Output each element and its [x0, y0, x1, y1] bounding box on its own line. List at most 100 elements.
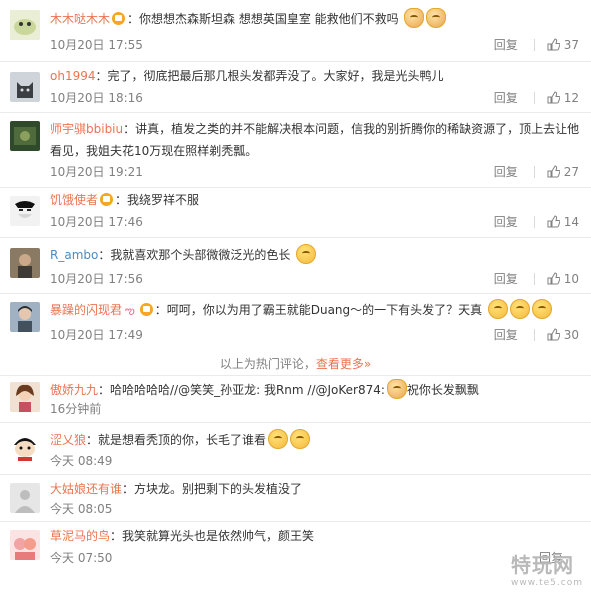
- avatar[interactable]: [10, 196, 40, 226]
- comment-item: 傲娇九九：哈哈哈哈哈//@笑笑_孙亚龙: 我Rnm //@JoKer874: 祝你…: [0, 376, 591, 423]
- comment-username[interactable]: 草泥马的鸟: [50, 529, 110, 543]
- reply-button[interactable]: 回复: [494, 213, 518, 230]
- comment-username[interactable]: 木木哒木木: [50, 12, 110, 26]
- action-separator: [533, 272, 535, 285]
- site-watermark: 特玩网 www.te5.com: [511, 549, 583, 588]
- avatar[interactable]: [10, 382, 40, 412]
- comment-item: 大姑娘还有谁：方块龙。别把剩下的头发植没了 今天 08:05: [0, 475, 591, 522]
- comment-item: 涩乂狼：就是想看秃顶的你，长毛了谁看 今天 08:49: [0, 423, 591, 475]
- hot-comments-divider: 以上为热门评论，查看更多»: [0, 351, 591, 376]
- comment-item: 师宇骐bbibiu：讲真，植发之类的并不能解决根本问题，信我的别折腾你的稀缺资源…: [0, 113, 591, 188]
- cat-emoji-icon: [426, 8, 447, 28]
- thumbs-up-icon[interactable]: [547, 328, 560, 341]
- comment-time: 10月20日 17:56: [50, 272, 143, 286]
- comment-text: ：完了，彻底把最后那几根头发都弄没了。大家好，我是光头鸭儿: [95, 69, 444, 83]
- thumbs-up-icon[interactable]: [547, 165, 560, 178]
- smile-emoji-icon: [531, 299, 552, 319]
- watermark-url: www.te5.com: [511, 578, 583, 588]
- comment-username[interactable]: 师宇骐bbibiu: [50, 122, 123, 136]
- action-separator: [533, 91, 535, 104]
- comment-body: 傲娇九九：哈哈哈哈哈//@笑笑_孙亚龙: 我Rnm //@JoKer874: 祝你…: [50, 379, 581, 401]
- like-count: 12: [563, 90, 579, 105]
- like-count: 30: [563, 327, 579, 342]
- comment-username[interactable]: 涩乂狼: [50, 433, 86, 447]
- comment-username[interactable]: 傲娇九九: [50, 383, 98, 397]
- comment-actions: 回复 27: [494, 163, 579, 180]
- reply-button[interactable]: 回复: [494, 270, 518, 287]
- comment-time: 10月20日 17:49: [50, 328, 143, 342]
- cat-emoji-icon: [404, 8, 425, 28]
- comment-item: oh1994：完了，彻底把最后那几根头发都弄没了。大家好，我是光头鸭儿 10月2…: [0, 62, 591, 113]
- comment-item: 饥饿使者 ：我绕罗祥不服 10月20日 17:46 回复 14: [0, 188, 591, 238]
- like-count: 10: [563, 271, 579, 286]
- thumbs-up-icon[interactable]: [547, 215, 560, 228]
- reply-button[interactable]: 回复: [494, 89, 518, 106]
- member-badge-icon: [112, 12, 126, 25]
- avatar[interactable]: [10, 72, 40, 102]
- smirk-emoji-icon: [268, 429, 289, 449]
- comment-username[interactable]: 饥饿使者: [50, 193, 98, 207]
- comment-username[interactable]: R_ambo: [50, 248, 98, 262]
- thumbs-up-icon[interactable]: [547, 38, 560, 51]
- avatar[interactable]: [10, 121, 40, 151]
- action-separator: [533, 38, 535, 51]
- view-more-link[interactable]: 查看更多»: [316, 357, 371, 371]
- comment-item: 木木哒木木 ：你想想杰森斯坦森 想想英国皇室 能救他们不救吗 10月20日 17:…: [0, 0, 591, 62]
- hot-divider-text: 以上为热门评论，: [219, 357, 316, 371]
- smile-emoji-icon: [509, 299, 530, 319]
- comment-time: 今天 07:50: [50, 551, 113, 565]
- comment-list: 木木哒木木 ：你想想杰森斯坦森 想想英国皇室 能救他们不救吗 10月20日 17:…: [0, 0, 591, 576]
- comment-time: 10月20日 17:46: [50, 215, 143, 229]
- comment-body: oh1994：完了，彻底把最后那几根头发都弄没了。大家好，我是光头鸭儿: [50, 66, 581, 87]
- reply-button[interactable]: 回复: [494, 163, 518, 180]
- comment-text: ：方块龙。别把剩下的头发植没了: [122, 482, 303, 496]
- comment-actions: 回复 14: [494, 213, 579, 230]
- comment-body: 师宇骐bbibiu：讲真，植发之类的并不能解决根本问题，信我的别折腾你的稀缺资源…: [50, 118, 581, 162]
- comment-text: ：呵呵，你以为用了霸王就能Duang～的一下有头发了？天真: [154, 303, 483, 317]
- comment-body: 暴躁的闪现君 ఌ ：呵呵，你以为用了霸王就能Duang～的一下有头发了？天真: [50, 299, 581, 321]
- thumbs-up-icon[interactable]: [547, 91, 560, 104]
- avatar[interactable]: [10, 248, 40, 278]
- reply-button[interactable]: 回复: [494, 36, 518, 53]
- cat-emoji-icon: [386, 379, 407, 399]
- comment-body: 饥饿使者 ：我绕罗祥不服: [50, 190, 581, 211]
- comment-time: 16分钟前: [50, 402, 102, 416]
- comment-text: ：我就喜欢那个头部微微泛光的色长: [98, 248, 291, 262]
- comment-body: 涩乂狼：就是想看秃顶的你，长毛了谁看: [50, 429, 581, 451]
- comment-item: 暴躁的闪现君 ఌ ：呵呵，你以为用了霸王就能Duang～的一下有头发了？天真 10月…: [0, 294, 591, 351]
- comment-actions: 回复 37: [494, 36, 579, 53]
- comment-text: ：你想想杰森斯坦森 想想英国皇室 能救他们不救吗: [127, 12, 399, 26]
- comment-actions: 回复 30: [494, 326, 579, 343]
- comment-time: 10月20日 17:55: [50, 38, 143, 52]
- comment-text: ：我笑就算光头也是依然帅气，颜王笑: [110, 529, 315, 543]
- avatar[interactable]: [10, 530, 40, 560]
- like-count: 27: [563, 164, 579, 179]
- avatar[interactable]: [10, 431, 40, 461]
- member-badge-icon: [100, 193, 114, 206]
- action-separator: [533, 215, 535, 228]
- comment-body: 木木哒木木 ：你想想杰森斯坦森 想想英国皇室 能救他们不救吗: [50, 8, 581, 30]
- comment-text: ：我绕罗祥不服: [115, 193, 200, 207]
- comment-username[interactable]: 大姑娘还有谁: [50, 482, 122, 496]
- smirk-emoji-icon: [290, 429, 311, 449]
- avatar[interactable]: [10, 483, 40, 513]
- like-count: 14: [563, 214, 579, 229]
- comment-time: 今天 08:49: [50, 454, 113, 468]
- reply-button[interactable]: 回复: [494, 326, 518, 343]
- comment-text: ：讲真，植发之类的并不能解决根本问题，信我的别折腾你的稀缺资源了，顶上去让他看见…: [50, 122, 580, 158]
- comment-time: 10月20日 18:16: [50, 91, 143, 105]
- comment-username[interactable]: oh1994: [50, 69, 96, 83]
- comment-body: R_ambo：我就喜欢那个头部微微泛光的色长: [50, 244, 581, 266]
- avatar[interactable]: [10, 302, 40, 332]
- avatar[interactable]: [10, 10, 40, 40]
- comment-time: 今天 08:05: [50, 502, 113, 516]
- comment-body: 大姑娘还有谁：方块龙。别把剩下的头发植没了: [50, 479, 581, 500]
- comment-text-continued: 祝你长发飘飘: [406, 383, 479, 397]
- action-separator: [533, 165, 535, 178]
- comment-time: 10月20日 19:21: [50, 165, 143, 179]
- like-count: 37: [563, 37, 579, 52]
- member-badge-icon: [139, 303, 153, 316]
- comment-item: R_ambo：我就喜欢那个头部微微泛光的色长 10月20日 17:56 回复 1…: [0, 238, 591, 294]
- thumbs-up-icon[interactable]: [547, 272, 560, 285]
- comment-username[interactable]: 暴躁的闪现君: [50, 303, 122, 317]
